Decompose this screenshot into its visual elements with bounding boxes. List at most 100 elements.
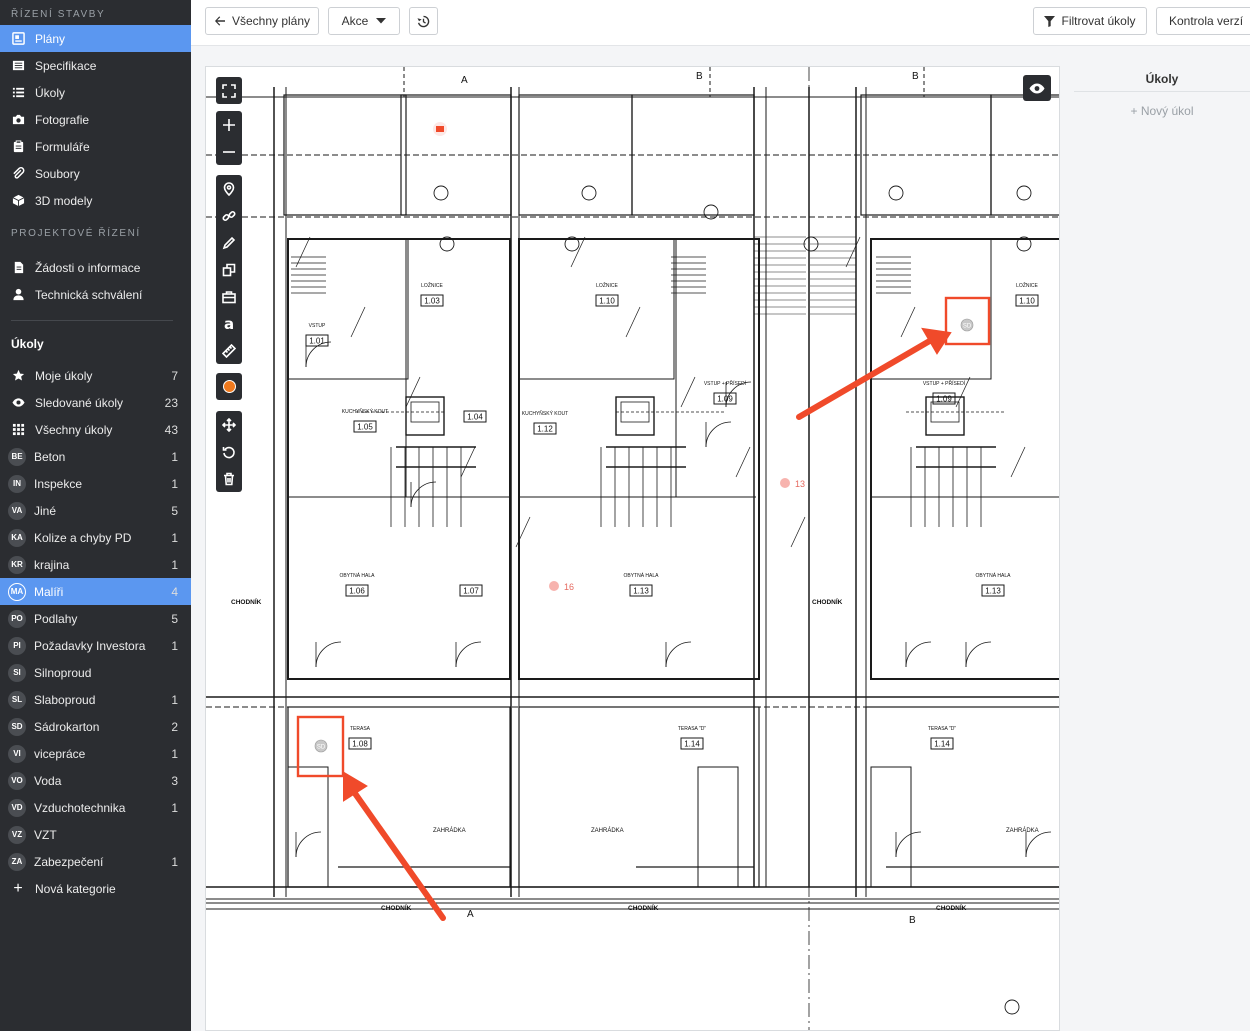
person-icon <box>11 288 25 302</box>
wall-line <box>350 306 366 338</box>
sidebar-item-technical-approvals[interactable]: Technická schválení <box>0 281 191 308</box>
delete-tool[interactable] <box>216 465 242 492</box>
category-count: 1 <box>171 854 178 869</box>
sidebar-item-3d-models[interactable]: 3D modely <box>0 187 191 214</box>
move-tool[interactable] <box>216 411 242 438</box>
plan-viewer[interactable]: LOŽNICE 1.03 LOŽNICE 1.10 LOŽNICE 1.10 VSTUP 1.… <box>205 66 1060 1031</box>
sidebar-item-tasks[interactable]: Úkoly <box>0 79 191 106</box>
sidebar-item-specification[interactable]: Specifikace <box>0 52 191 79</box>
sidebar-item-label: Soubory <box>35 166 80 181</box>
category-item[interactable]: PI Požadavky Investora 1 <box>0 632 191 659</box>
new-task-button[interactable]: + Nový úkol <box>1074 104 1250 118</box>
category-item[interactable]: VI vicepráce 1 <box>0 740 191 767</box>
color-picker[interactable] <box>216 373 242 400</box>
plus-icon: + <box>13 879 23 897</box>
category-item[interactable]: VZ VZT <box>0 821 191 848</box>
top-toolbar: Všechny plány Akce Filtrovat úkoly Kontr… <box>191 0 1250 46</box>
walkway-label: CHODNÍK <box>231 597 262 606</box>
version-control-button[interactable]: Kontrola verzí <box>1156 7 1250 35</box>
section-label: B <box>912 71 919 82</box>
walkway-label: CHODNÍK <box>381 903 412 912</box>
filter-watched-tasks[interactable]: Sledované úkoly 23 <box>0 389 191 416</box>
category-item[interactable]: KR krajina 1 <box>0 551 191 578</box>
category-item[interactable]: PO Podlahy 5 <box>0 605 191 632</box>
category-item[interactable]: VO Voda 3 <box>0 767 191 794</box>
link-tool[interactable] <box>216 202 242 229</box>
zoom-in-button[interactable] <box>216 111 242 138</box>
view-tools <box>216 77 242 104</box>
wall-rect <box>697 766 739 888</box>
sidebar-item-plans[interactable]: Plány <box>0 25 191 52</box>
category-item[interactable]: SI Silnoproud <box>0 659 191 686</box>
category-item[interactable]: BE Beton 1 <box>0 443 191 470</box>
filter-icon <box>1044 15 1056 27</box>
category-item[interactable]: VA Jiné 5 <box>0 497 191 524</box>
actions-dropdown[interactable]: Akce <box>328 7 400 35</box>
wall-rect <box>870 238 992 380</box>
new-category-button[interactable]: + Nová kategorie <box>0 875 191 902</box>
category-item[interactable]: VD Vzduchotechnika 1 <box>0 794 191 821</box>
move-icon <box>222 417 236 432</box>
sidebar-item-files[interactable]: Soubory <box>0 160 191 187</box>
pin-tool[interactable] <box>216 175 242 202</box>
filter-label: Sledované úkoly <box>35 395 124 410</box>
fullscreen-button[interactable] <box>216 77 242 104</box>
room-code: 1.10 <box>599 297 615 306</box>
section-label: B <box>909 915 916 926</box>
room-code: 1.07 <box>463 587 479 596</box>
document-icon <box>11 261 25 275</box>
walkway-label: CHODNÍK <box>812 597 843 606</box>
sidebar-item-label: Fotografie <box>35 112 90 127</box>
room-code: 1.12 <box>537 425 553 434</box>
shape-tool[interactable] <box>216 256 242 283</box>
pen-tool[interactable] <box>216 229 242 256</box>
door-swing <box>705 421 732 448</box>
category-item[interactable]: SL Slaboproud 1 <box>0 686 191 713</box>
paperclip-icon <box>11 167 25 181</box>
floor-plan-drawing[interactable]: LOŽNICE 1.03 LOŽNICE 1.10 LOŽNICE 1.10 VSTUP 1.… <box>206 67 1060 1031</box>
door-swing <box>455 641 482 668</box>
category-item[interactable]: IN Inspekce 1 <box>0 470 191 497</box>
category-item[interactable]: MA Malíři 4 <box>0 578 191 605</box>
category-badge: KA <box>8 528 26 547</box>
measure-tool[interactable] <box>216 337 242 364</box>
sidebar-item-label: Plány <box>35 31 66 46</box>
zoom-tools <box>216 111 242 165</box>
category-item[interactable]: ZA Zabezpečení 1 <box>0 848 191 875</box>
axis-circle <box>433 185 449 201</box>
all-plans-button[interactable]: Všechny plány <box>205 7 319 35</box>
category-item[interactable]: KA Kolize a chyby PD 1 <box>0 524 191 551</box>
filter-tasks-button[interactable]: Filtrovat úkoly <box>1033 7 1147 35</box>
wall-rect <box>865 706 1059 888</box>
door-swing <box>905 641 932 668</box>
rotate-tool[interactable] <box>216 438 242 465</box>
filter-my-tasks[interactable]: Moje úkoly 7 <box>0 362 191 389</box>
sidebar-item-forms[interactable]: Formuláře <box>0 133 191 160</box>
category-count: 3 <box>171 773 178 788</box>
category-badge: VO <box>8 771 26 790</box>
shapes-icon <box>222 263 236 276</box>
category-label: Požadavky Investora <box>34 638 146 653</box>
category-badge: BE <box>8 447 26 466</box>
axis-circle <box>1016 185 1032 201</box>
wall-rect <box>870 766 912 888</box>
sidebar-item-rfi[interactable]: Žádosti o informace <box>0 254 191 281</box>
category-badge: VA <box>8 501 26 520</box>
filter-all-tasks[interactable]: Všechny úkoly 43 <box>0 416 191 443</box>
wall-rect <box>287 238 511 680</box>
actions-label: Akce <box>341 14 369 28</box>
history-button[interactable] <box>409 7 438 35</box>
category-badge: KR <box>8 555 26 574</box>
sidebar-item-photos[interactable]: Fotografie <box>0 106 191 133</box>
category-label: Slaboproud <box>34 692 96 707</box>
category-label: Voda <box>34 773 62 788</box>
axis-circle <box>1004 999 1020 1015</box>
category-item[interactable]: SD Sádrokarton 2 <box>0 713 191 740</box>
zoom-out-button[interactable] <box>216 138 242 165</box>
filter-count: 7 <box>171 368 178 383</box>
category-badge: MA <box>8 582 26 601</box>
text-tool[interactable]: a <box>216 310 242 337</box>
room-name: LOŽNICE <box>1016 281 1038 289</box>
visibility-toggle-button[interactable] <box>1023 75 1051 101</box>
briefcase-tool[interactable] <box>216 283 242 310</box>
